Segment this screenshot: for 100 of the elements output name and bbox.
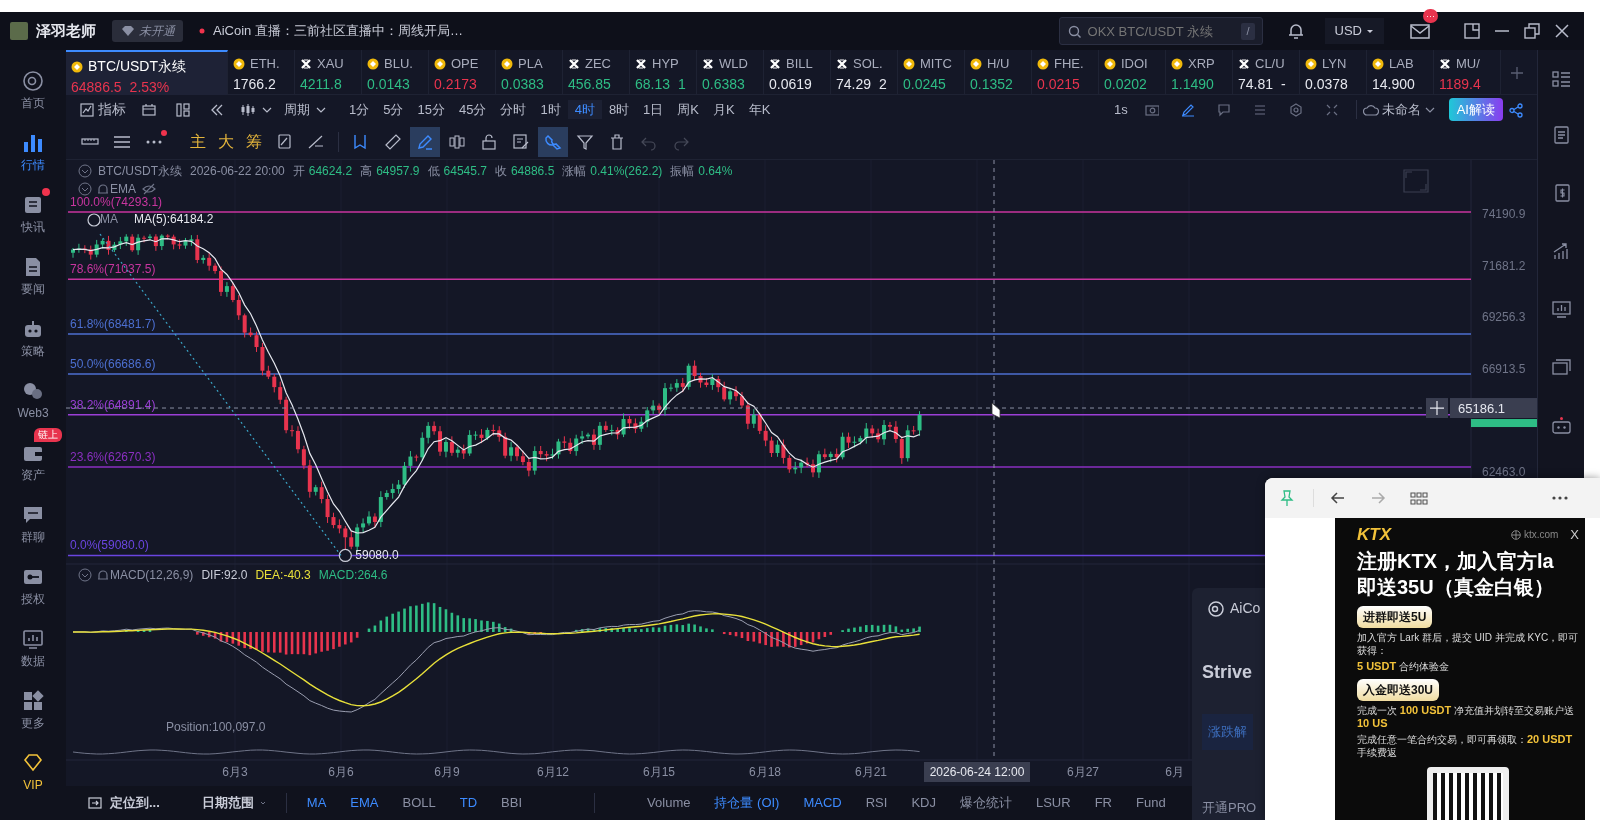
fibonacci-level-label: 50.0%(66686.6) bbox=[70, 356, 156, 371]
indicator-toggle[interactable]: BOLL bbox=[390, 793, 448, 813]
indicator-name: MACD(12,26,9) bbox=[110, 567, 194, 584]
ticker-tab[interactable]: BLU. 0.0143 bbox=[362, 50, 429, 95]
indicator-toggle[interactable]: Volume bbox=[635, 793, 703, 813]
period-tab[interactable]: 分时 bbox=[493, 99, 534, 120]
time-axis-label: 6月15 bbox=[643, 765, 675, 779]
ad-close-button[interactable]: X bbox=[1570, 525, 1579, 545]
fibonacci-level-label: 61.8%(68481.7) bbox=[70, 317, 156, 332]
sidebar-item[interactable]: 要闻 bbox=[0, 246, 66, 308]
sidebar-item[interactable]: 群聊 bbox=[0, 494, 66, 556]
refresh-interval-button[interactable]: 1s bbox=[1107, 99, 1134, 120]
chart-overlay-button[interactable]: 大 bbox=[212, 129, 240, 154]
fibonacci-level-label: 23.6%(62670.3) bbox=[70, 450, 156, 465]
ticker-tab[interactable]: PLA 0.0383 bbox=[496, 50, 563, 95]
ticker-tab[interactable]: WLD 0.6383 bbox=[697, 50, 764, 95]
ticker-tab[interactable]: FHE. 0.0215 bbox=[1032, 50, 1099, 95]
ticker-tab[interactable]: ETH. 1766.2 bbox=[228, 50, 295, 95]
indicator-toggle[interactable]: MACD bbox=[791, 793, 854, 813]
period-tab[interactable]: 1日 bbox=[636, 99, 671, 120]
indicator-toggle[interactable]: LSUR bbox=[1023, 793, 1083, 813]
period-tab[interactable]: 5分 bbox=[376, 99, 411, 120]
sidebar-item[interactable]: 更多 bbox=[0, 680, 66, 742]
ticker-tab[interactable]: BTC/USDT永续 64886.5 2.53% bbox=[66, 50, 228, 95]
period-tab[interactable]: 45分 bbox=[451, 99, 494, 120]
ticker-tab[interactable]: ZEC 456.85 bbox=[563, 50, 630, 95]
ticker-tab[interactable]: XRP 1.1490 bbox=[1166, 50, 1233, 95]
indicator-toggle[interactable]: Fund bbox=[1124, 793, 1178, 813]
ticker-tab[interactable]: IDOI 0.0202 bbox=[1099, 50, 1166, 95]
ticker-tab[interactable]: H/U 0.1352 bbox=[965, 50, 1032, 95]
chart-overlay-button[interactable]: 主 bbox=[184, 129, 212, 154]
ohlc-value: 64545.7 bbox=[443, 163, 487, 180]
indicator-toggle[interactable]: 爆仓统计 bbox=[947, 793, 1024, 813]
period-tab[interactable]: 周K bbox=[670, 99, 706, 120]
layout-name-dropdown[interactable]: 未命名 bbox=[1355, 99, 1441, 120]
period-tab[interactable]: 4时 bbox=[567, 99, 602, 120]
indicator-toggle[interactable]: RSI bbox=[853, 793, 900, 813]
period-tab[interactable]: 年K bbox=[741, 99, 778, 120]
ticker-tab[interactable]: XAU 4211.8 bbox=[295, 50, 362, 95]
user-name: 泽羽老师 bbox=[36, 20, 96, 41]
date-range-dropdown[interactable]: 日期范围 bbox=[189, 793, 278, 813]
indicator-toggle[interactable]: KDJ bbox=[899, 793, 948, 813]
ohlc-label: 收 bbox=[494, 163, 507, 180]
dif-value: DIF:92.0 bbox=[201, 567, 248, 584]
ad-logo: KTX bbox=[1357, 524, 1391, 546]
locate-button[interactable]: 定位到... bbox=[76, 793, 172, 813]
sidebar-item[interactable]: 首页 bbox=[0, 60, 66, 122]
time-axis-label: 6月18 bbox=[749, 765, 781, 779]
ad-headline: 即送35U（真金白银） bbox=[1357, 574, 1555, 600]
ticker-tab[interactable]: LAB 14.900 bbox=[1367, 50, 1434, 95]
ticker-tab[interactable]: MU/ 1189.4 bbox=[1434, 50, 1501, 95]
ticker-tab[interactable]: BILL 0.0619 bbox=[764, 50, 831, 95]
sidebar-item[interactable]: 快讯 bbox=[0, 184, 66, 246]
period-tab[interactable]: 1分 bbox=[342, 99, 377, 120]
symbol-name: BTC/USDT永续 bbox=[98, 163, 182, 180]
live-text[interactable]: AiCoin 直播：三前社区直播中：周线开局… bbox=[213, 21, 463, 41]
dea-value: DEA:-40.3 bbox=[255, 567, 311, 584]
ticker-tab[interactable]: HYP 68.13 1 bbox=[630, 50, 697, 95]
sidebar-item[interactable]: 数据 bbox=[0, 618, 66, 680]
sidebar-item[interactable]: 授权 bbox=[0, 556, 66, 618]
period-tab[interactable]: 月K bbox=[706, 99, 742, 120]
ticker-tab[interactable]: SOL. 74.29 2 bbox=[831, 50, 898, 95]
crosshair-price-label: 65186.1 bbox=[1450, 398, 1537, 419]
period-tab[interactable]: 15分 bbox=[410, 99, 452, 120]
indicator-toggle[interactable]: MA bbox=[294, 793, 339, 813]
price-axis-label: 69256.3 bbox=[1482, 310, 1526, 325]
offer-pill: 进群即送5U bbox=[1357, 605, 1433, 628]
period-tab[interactable]: 1时 bbox=[533, 99, 568, 120]
time-axis-label: 6月21 bbox=[855, 765, 887, 779]
period-dropdown[interactable]: 周期 bbox=[278, 99, 332, 120]
ai-card-footer[interactable]: 开通PRO bbox=[1202, 797, 1265, 817]
ai-card-heading: Strive bbox=[1202, 661, 1254, 684]
indicator-toggle[interactable]: FR bbox=[1082, 793, 1124, 813]
chart-overlay-button[interactable]: 筹 bbox=[240, 129, 268, 154]
offer-text: 加入官方 Lark 群后，提交 UID 并完成 KYC，即可获得： bbox=[1357, 630, 1579, 657]
ticker-tab[interactable]: MITC 0.0245 bbox=[898, 50, 965, 95]
advertisement-banner[interactable]: KTX ktx.com X 注册KTX，加入官方la 即送35U（真金白银） 进群即送5U 加入官方 Lark 群后，提交 UID 并完成 KYC，即可获得： 5 USDT 合约体验金 入金即送30U 完成一次 100 USDT 净充值并划转至交易账户送10 US 完成任意一笔合约交易，即可再领取：20 USDT 手续费返 bbox=[1335, 518, 1585, 820]
ohlc-label: 高 bbox=[360, 163, 373, 180]
time-axis-label: 6月12 bbox=[537, 765, 569, 779]
indicator-toggle[interactable]: EMA bbox=[338, 793, 391, 813]
ohlc-value: 64957.9 bbox=[376, 163, 420, 180]
indicator-toggle[interactable]: BBI bbox=[489, 793, 535, 813]
indicator-button[interactable]: 指标 bbox=[74, 99, 132, 120]
ohlc-label: 涨幅 bbox=[562, 163, 587, 180]
price-axis-label: 66913.5 bbox=[1482, 361, 1526, 376]
sidebar-item[interactable]: 行情 bbox=[0, 122, 66, 184]
fibonacci-level-label: 78.6%(71037.5) bbox=[70, 262, 156, 277]
sidebar-item[interactable]: VIP bbox=[0, 742, 66, 804]
fibonacci-level-label: 38.2%(64891.4) bbox=[70, 397, 156, 412]
ai-analysis-button[interactable]: AI解读 bbox=[1448, 97, 1503, 122]
ad-headline: 注册KTX，加入官方la bbox=[1357, 548, 1555, 574]
sidebar-item[interactable]: 策略 bbox=[0, 308, 66, 370]
indicator-toggle[interactable]: 持仓量 (OI) bbox=[702, 793, 792, 813]
indicator-value: MA(5):64184.2 bbox=[134, 211, 214, 228]
currency-dropdown[interactable]: USD bbox=[1324, 18, 1384, 44]
indicator-toggle[interactable]: TD bbox=[447, 793, 490, 813]
period-tab[interactable]: 8时 bbox=[601, 99, 637, 120]
ticker-tab[interactable]: OPE 0.2173 bbox=[429, 50, 496, 95]
ticker-tab[interactable]: CL/U 74.81 - bbox=[1233, 50, 1300, 95]
ticker-tab[interactable]: LYN 0.0378 bbox=[1300, 50, 1367, 95]
